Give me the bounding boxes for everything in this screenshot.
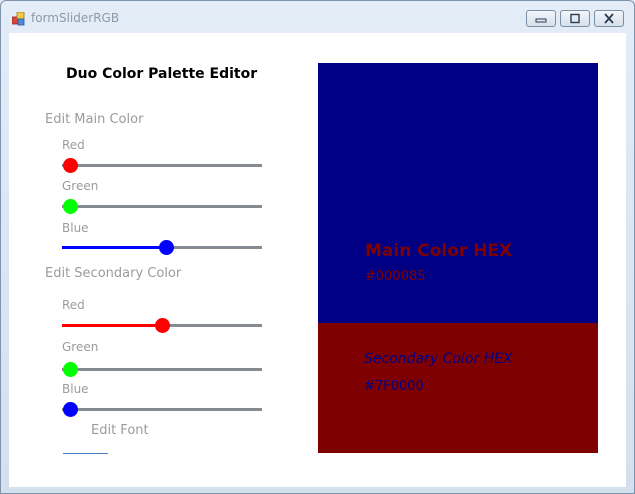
main-color-group-label: Edit Main Color bbox=[45, 112, 144, 127]
secondary-color-group-label: Edit Secondary Color bbox=[45, 266, 182, 281]
secondary-color-swatch: Secondary Color HEX #7F0000 bbox=[318, 323, 598, 453]
edit-font-button[interactable]: Edit Font bbox=[91, 423, 149, 438]
minimize-icon bbox=[535, 18, 547, 23]
main-green-slider[interactable] bbox=[62, 199, 262, 214]
minimize-button[interactable] bbox=[526, 10, 556, 27]
secondary-blue-slider-thumb[interactable] bbox=[63, 402, 78, 417]
secondary-color-hex-title: Secondary Color HEX bbox=[364, 351, 513, 367]
maximize-button[interactable] bbox=[560, 10, 590, 27]
main-color-hex-value: #000085 bbox=[365, 269, 426, 284]
editor-heading: Duo Color Palette Editor bbox=[66, 66, 258, 82]
main-blue-slider-fill bbox=[62, 246, 166, 249]
main-blue-slider-thumb[interactable] bbox=[158, 240, 174, 255]
app-icon bbox=[12, 12, 25, 26]
secondary-green-slider-thumb[interactable] bbox=[63, 362, 78, 377]
close-button[interactable] bbox=[594, 10, 624, 27]
app-window: formSliderRGB Duo Color Palette Editor E… bbox=[0, 0, 635, 494]
main-green-label: Green bbox=[62, 179, 99, 193]
title-bar[interactable]: formSliderRGB bbox=[1, 1, 634, 33]
secondary-blue-slider[interactable] bbox=[62, 402, 262, 417]
window-title: formSliderRGB bbox=[31, 11, 120, 25]
secondary-green-label: Green bbox=[62, 340, 99, 354]
main-red-slider[interactable] bbox=[62, 158, 262, 173]
secondary-red-slider[interactable] bbox=[62, 318, 262, 333]
main-color-hex-title: Main Color HEX bbox=[365, 241, 513, 261]
maximize-icon bbox=[570, 13, 580, 24]
secondary-red-label: Red bbox=[62, 298, 85, 312]
secondary-blue-label: Blue bbox=[62, 382, 89, 396]
main-green-slider-thumb[interactable] bbox=[63, 199, 78, 214]
secondary-green-slider[interactable] bbox=[62, 362, 262, 377]
main-red-slider-thumb[interactable] bbox=[63, 158, 78, 173]
main-blue-label: Blue bbox=[62, 221, 89, 235]
form-client-area: Duo Color Palette Editor Edit Main Color… bbox=[9, 33, 626, 487]
secondary-color-hex-value: #7F0000 bbox=[364, 379, 424, 394]
edit-font-focus-line bbox=[63, 453, 108, 454]
secondary-red-slider-thumb[interactable] bbox=[154, 318, 170, 333]
main-blue-slider[interactable] bbox=[62, 240, 262, 255]
main-red-label: Red bbox=[62, 138, 85, 152]
close-icon bbox=[604, 13, 614, 24]
secondary-red-slider-fill bbox=[62, 324, 162, 327]
main-color-swatch: Main Color HEX #000085 bbox=[318, 63, 598, 323]
